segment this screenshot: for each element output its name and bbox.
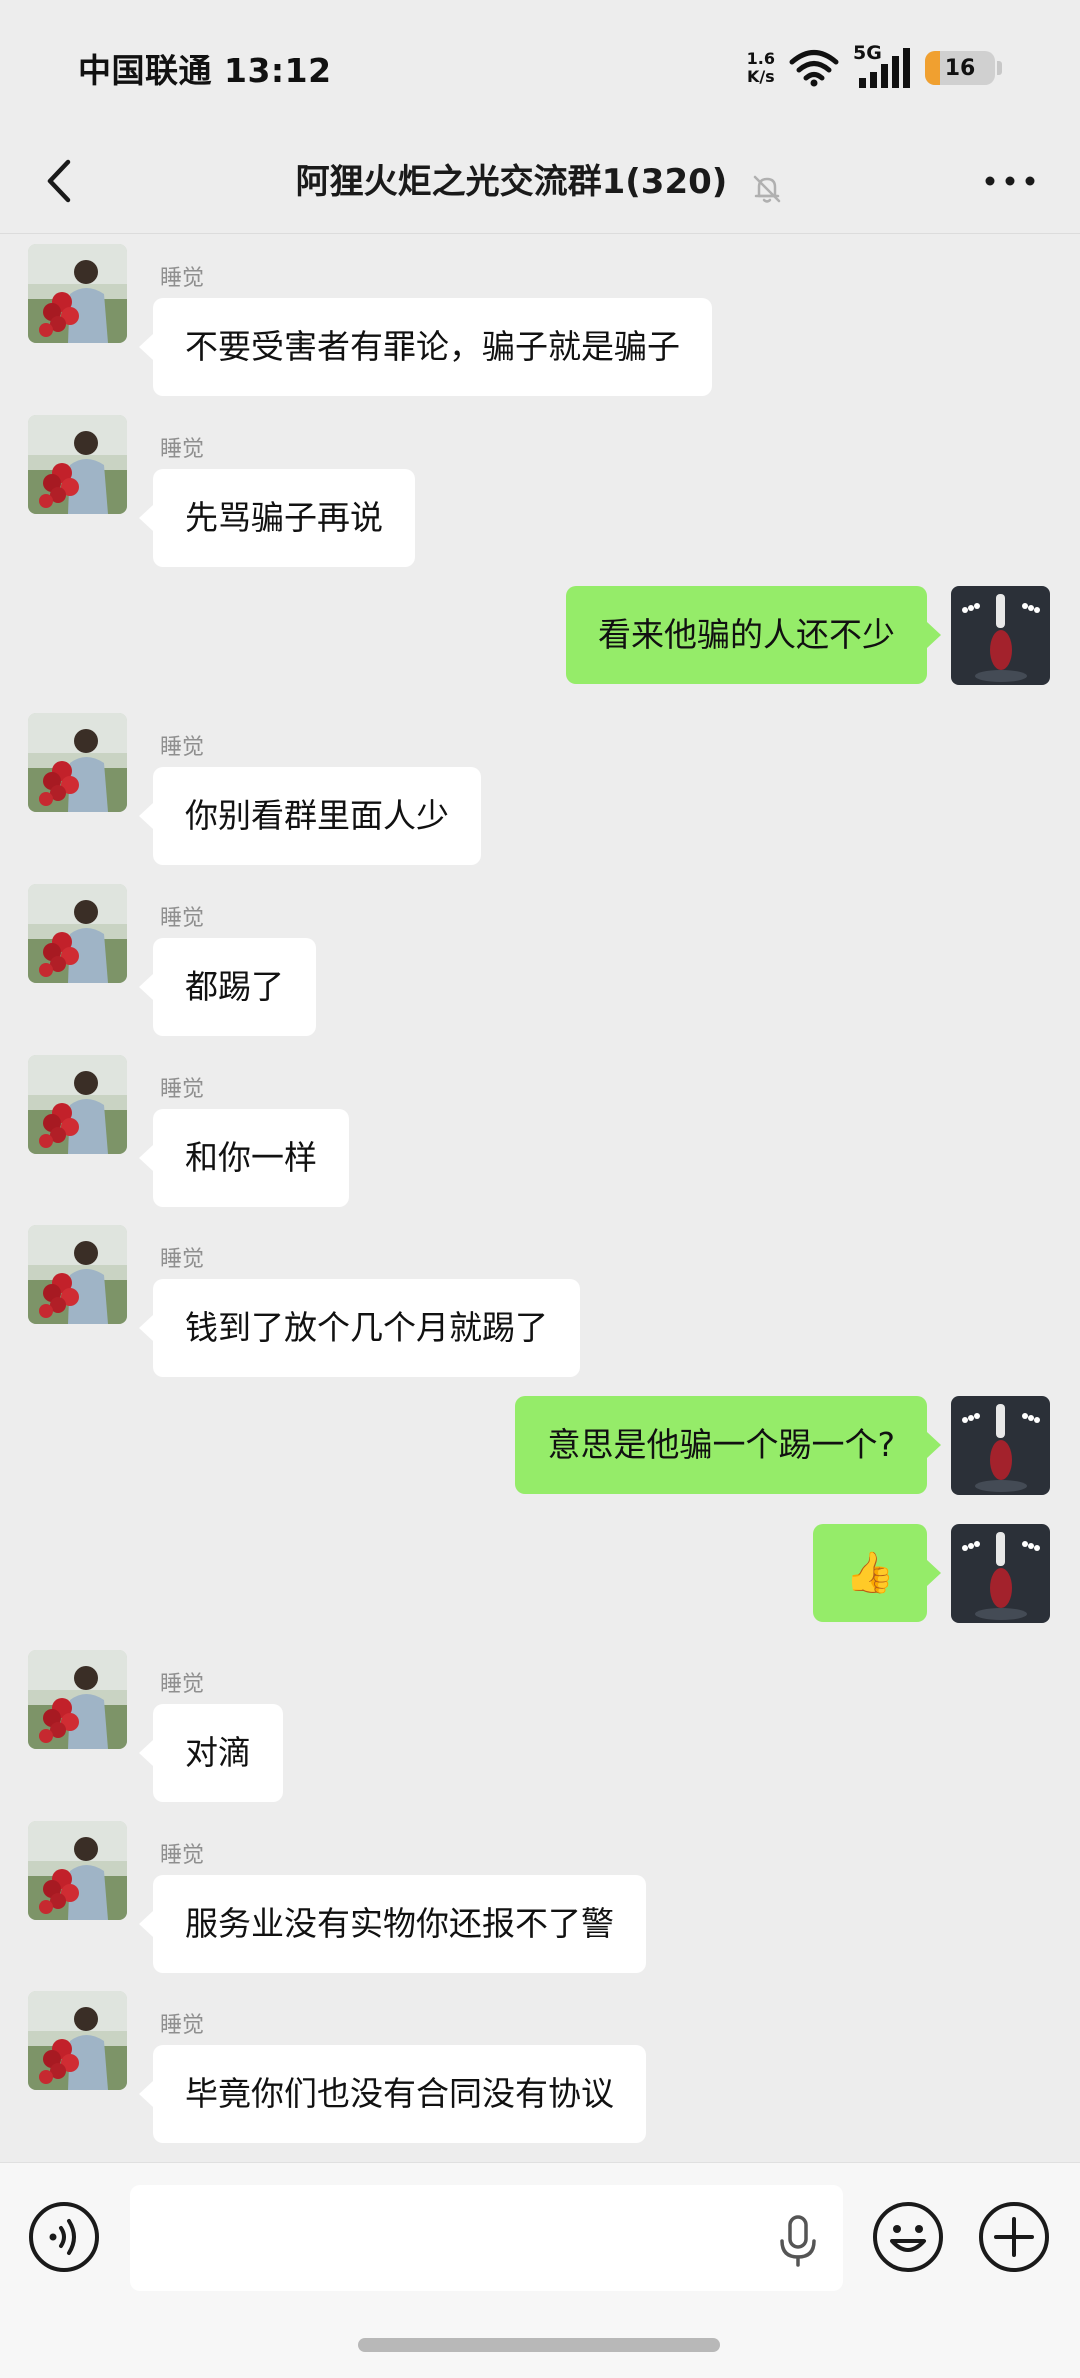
input-bar (0, 2162, 1080, 2378)
mic-icon[interactable] (774, 2213, 822, 2269)
sender-name: 睡觉 (160, 437, 205, 462)
emoji-icon[interactable] (872, 2201, 944, 2273)
sender-name: 睡觉 (160, 735, 205, 760)
message-bubble[interactable]: 都踢了 (139, 938, 316, 1036)
message-bubble[interactable]: 对滴 (139, 1704, 283, 1802)
message-bubble[interactable]: 你别看群里面人少 (139, 767, 481, 865)
status-icons: 1.6 K/s 5G 16 (747, 42, 1002, 90)
message-bubble[interactable]: 👍 (813, 1524, 941, 1622)
avatar[interactable] (951, 586, 1050, 685)
message-bubble[interactable]: 毕竟你们也没有合同没有协议 (139, 2045, 646, 2143)
avatar[interactable] (28, 244, 127, 343)
carrier-time: 中国联通 13:12 (78, 51, 332, 90)
message-bubble[interactable]: 看来他骗的人还不少 (566, 586, 941, 684)
avatar[interactable] (951, 1396, 1050, 1495)
sender-name: 睡觉 (160, 2013, 205, 2038)
voice-icon[interactable] (28, 2201, 100, 2273)
home-indicator[interactable] (358, 2338, 720, 2352)
message-bubble[interactable]: 服务业没有实物你还报不了警 (139, 1875, 646, 1973)
avatar[interactable] (951, 1524, 1050, 1623)
avatar[interactable] (28, 1821, 127, 1920)
sender-name: 睡觉 (160, 266, 205, 291)
avatar[interactable] (28, 1055, 127, 1154)
chat-title[interactable]: 阿狸火炬之光交流群1(320) (296, 162, 728, 202)
battery-indicator: 16 (925, 51, 1002, 85)
network-speed-unit: K/s (746, 67, 775, 86)
message-input[interactable] (130, 2185, 843, 2291)
sender-name: 睡觉 (160, 1672, 205, 1697)
network-speed: 1.6 K/s (747, 50, 775, 86)
status-bar: 中国联通 13:12 1.6 K/s 5G 16 (0, 0, 1080, 130)
title-area: 阿狸火炬之光交流群1(320) (0, 154, 1080, 206)
sender-name: 睡觉 (160, 1247, 205, 1272)
battery-icon: 16 (925, 51, 995, 85)
sender-name: 睡觉 (160, 1843, 205, 1868)
sender-name: 睡觉 (160, 906, 205, 931)
message-list[interactable]: 睡觉 不要受害者有罪论，骗子就是骗子 睡觉 先骂骗子再说 看来他骗的人还不少 睡… (0, 234, 1080, 2162)
chat-header: 阿狸火炬之光交流群1(320) (0, 130, 1080, 234)
mute-bell-icon (754, 175, 781, 203)
avatar[interactable] (28, 1225, 127, 1324)
battery-level: 16 (944, 55, 976, 81)
wifi-icon (789, 50, 839, 87)
signal-bars-icon (859, 48, 910, 88)
avatar[interactable] (28, 1991, 127, 2090)
more-icon[interactable] (980, 158, 1040, 204)
avatar[interactable] (28, 713, 127, 812)
message-bubble[interactable]: 意思是他骗一个踢一个? (515, 1396, 941, 1494)
network-speed-value: 1.6 (746, 49, 775, 68)
message-bubble[interactable]: 钱到了放个几个月就踢了 (139, 1279, 580, 1377)
message-bubble[interactable]: 和你一样 (139, 1109, 349, 1207)
avatar[interactable] (28, 1650, 127, 1749)
avatar[interactable] (28, 415, 127, 514)
thumbs-up-emoji: 👍 (845, 1550, 895, 1596)
sender-name: 睡觉 (160, 1077, 205, 1102)
plus-icon[interactable] (978, 2201, 1050, 2273)
avatar[interactable] (28, 884, 127, 983)
cellular-signal: 5G (853, 42, 911, 90)
message-bubble[interactable]: 先骂骗子再说 (139, 469, 415, 567)
message-bubble[interactable]: 不要受害者有罪论，骗子就是骗子 (139, 298, 712, 396)
